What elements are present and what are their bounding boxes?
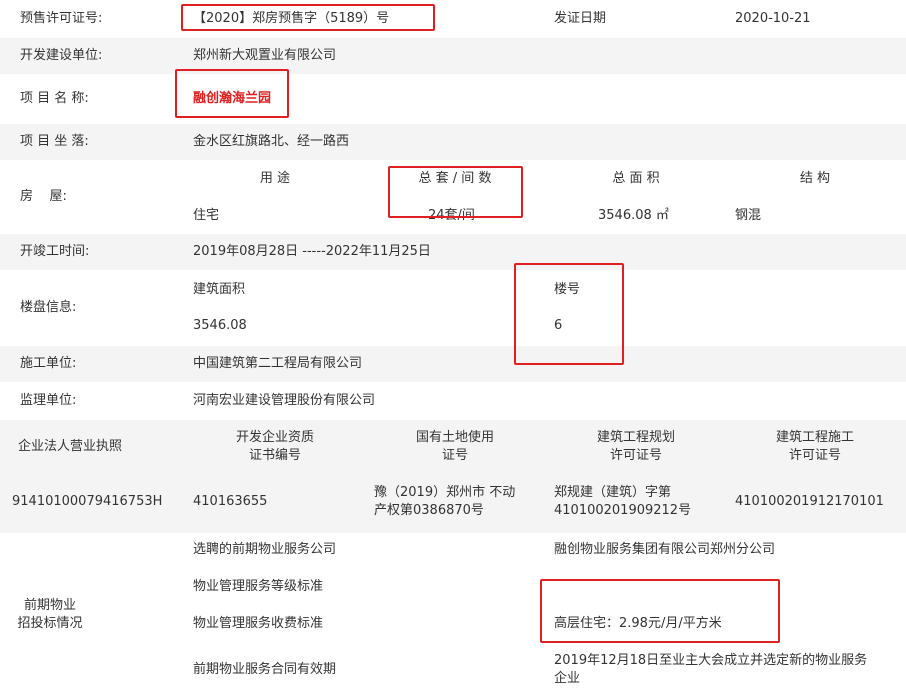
license-value-land: 豫（2019）郑州市 不动 产权第0386870号 <box>374 485 516 518</box>
property-service-item-label: 物业管理服务收费标准 <box>193 616 324 631</box>
period-label: 开竣工时间: <box>20 244 90 259</box>
housing-value-use: 住宅 <box>193 208 220 223</box>
property-service-item-value: 融创物业服务集团有限公司郑州分公司 <box>554 542 776 557</box>
license-value-construction: 410100201912170101 <box>735 494 884 509</box>
supervisor-value: 河南宏业建设管理股份有限公司 <box>193 393 376 408</box>
supervisor-label: 监理单位: <box>20 393 77 408</box>
license-header-business: 企业法人营业执照 <box>18 439 123 454</box>
project-label: 项 目 名 称: <box>20 91 89 106</box>
location-label: 项 目 坐 落: <box>20 134 89 149</box>
housing-header-use: 用 途 <box>259 171 291 186</box>
project-name: 融创瀚海兰园 <box>193 91 272 106</box>
housing-value-structure: 钢混 <box>735 208 762 223</box>
property-service-item-value: 2019年12月18日至业主大会成立并选定新的物业服务 企业 <box>554 653 868 686</box>
location-value: 金水区红旗路北、经一路西 <box>193 134 350 149</box>
row-location-bg <box>0 124 906 160</box>
license-header-land: 国有土地使用 证号 <box>415 430 494 463</box>
property-service-item-value: 高层住宅：2.98元/月/平方米 <box>554 616 722 631</box>
property-service-item-label: 物业管理服务等级标准 <box>193 579 324 594</box>
row-developer-bg <box>0 38 906 74</box>
license-value-business: 91410100079416753H <box>12 494 163 509</box>
period-value: 2019年08月28日 -----2022年11月25日 <box>193 244 431 259</box>
housing-header-count: 总 套 / 间 数 <box>418 171 492 186</box>
row-period-bg <box>0 234 906 270</box>
developer-value: 郑州新大观置业有限公司 <box>193 48 337 63</box>
housing-value-count: 24套/间 <box>428 208 475 223</box>
property-service-item-label: 选聘的前期物业服务公司 <box>193 542 337 557</box>
property-service-item-label: 前期物业服务合同有效期 <box>193 662 337 677</box>
contractor-value: 中国建筑第二工程局有限公司 <box>193 356 363 371</box>
developer-label: 开发建设单位: <box>20 48 103 63</box>
license-value-qualification: 410163655 <box>193 494 268 509</box>
row-contractor-bg <box>0 346 906 382</box>
permit-label: 预售许可证号: <box>20 11 103 26</box>
housing-value-area: 3546.08 ㎡ <box>598 208 669 223</box>
highlight-fee-standard <box>540 579 780 643</box>
permit-value: 【2020】郑房预售字（5189）号 <box>193 11 390 26</box>
license-header-construction: 建筑工程施工 许可证号 <box>775 430 854 463</box>
license-header-qualification: 开发企业资质 证书编号 <box>235 430 314 463</box>
building-number-header: 楼号 <box>554 282 581 297</box>
building-area-value: 3546.08 <box>193 318 247 333</box>
contractor-label: 施工单位: <box>20 356 77 371</box>
license-header-planning: 建筑工程规划 许可证号 <box>596 430 675 463</box>
license-value-planning: 郑规建（建筑）字第 410100201909212号 <box>554 485 692 518</box>
housing-header-structure: 结 构 <box>799 171 831 186</box>
building-number-value: 6 <box>554 318 563 333</box>
property-service-label: 前期物业 招投标情况 <box>17 598 83 631</box>
housing-header-area: 总 面 积 <box>612 171 660 186</box>
building-area-header: 建筑面积 <box>193 282 246 297</box>
building-label: 楼盘信息: <box>20 300 77 315</box>
housing-label: 房 屋: <box>20 189 67 204</box>
permit-date-label: 发证日期 <box>554 11 607 26</box>
permit-date-value: 2020-10-21 <box>735 11 811 26</box>
